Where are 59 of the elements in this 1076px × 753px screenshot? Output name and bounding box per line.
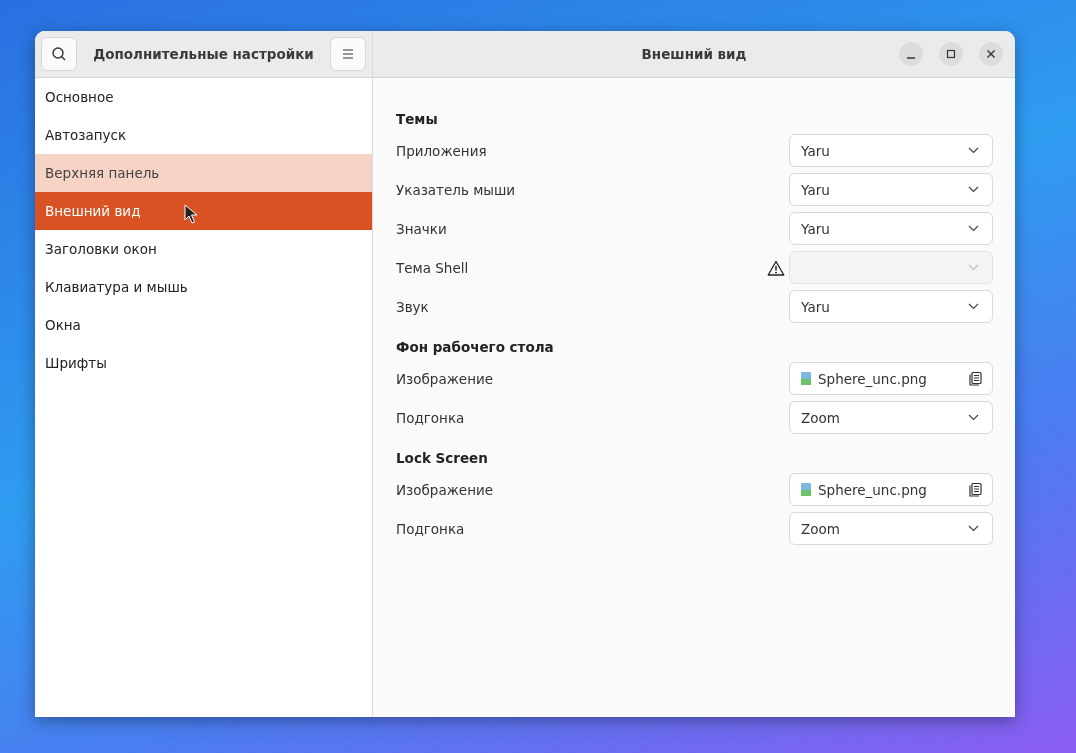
sidebar-item[interactable]: Автозапуск: [35, 116, 372, 154]
chevron-down-icon: [968, 303, 979, 310]
sidebar-item[interactable]: Окна: [35, 306, 372, 344]
dropdown-value: Zoom: [801, 520, 841, 537]
dropdown[interactable]: Zoom: [789, 512, 993, 545]
dropdown-value: Yaru: [801, 142, 831, 159]
chevron-down-icon: [968, 264, 979, 271]
maximize-button[interactable]: [939, 42, 963, 66]
dropdown[interactable]: Zoom: [789, 401, 993, 434]
file-chooser-button[interactable]: Sphere_unc.png: [789, 473, 993, 506]
dropdown[interactable]: Yaru: [789, 212, 993, 245]
minimize-button[interactable]: [899, 42, 923, 66]
setting-label: Приложения: [396, 142, 488, 159]
chevron-down-icon: [968, 414, 979, 421]
chevron-down-icon: [968, 525, 979, 532]
dropdown-value: Yaru: [801, 298, 831, 315]
window-title: Внешний вид: [641, 46, 747, 62]
chevron-down-icon: [968, 186, 979, 193]
file-chooser-button[interactable]: Sphere_unc.png: [789, 362, 993, 395]
image-file-icon: [801, 483, 811, 496]
setting-label: Значки: [396, 220, 448, 237]
minimize-icon: [907, 57, 915, 59]
dropdown-value: Yaru: [801, 220, 831, 237]
sidebar-item[interactable]: Основное: [35, 78, 372, 116]
setting-label: Подгонка: [396, 409, 466, 426]
close-button[interactable]: [979, 42, 1003, 66]
dropdown-value: Zoom: [801, 409, 841, 426]
close-icon: [986, 49, 996, 59]
sidebar-item[interactable]: Заголовки окон: [35, 230, 372, 268]
chevron-down-icon: [968, 225, 979, 232]
maximize-icon: [946, 49, 956, 59]
setting-label: Звук: [396, 298, 430, 315]
section-heading: Темы: [396, 110, 439, 129]
search-icon: [51, 46, 67, 62]
dropdown[interactable]: Yaru: [789, 173, 993, 206]
sidebar-item[interactable]: Клавиатура и мышь: [35, 268, 372, 306]
sidebar-item[interactable]: Внешний вид: [35, 192, 372, 230]
menu-button[interactable]: [330, 37, 366, 71]
chevron-down-icon: [968, 147, 979, 154]
setting-label: Тема Shell: [396, 259, 470, 276]
file-name: Sphere_unc.png: [818, 481, 928, 498]
setting-label: Изображение: [396, 481, 495, 498]
sidebar-item[interactable]: Верхняя панель: [35, 154, 372, 192]
sidebar-title: Дополнительные настройки: [92, 46, 315, 62]
menu-icon: [342, 49, 354, 59]
file-name: Sphere_unc.png: [818, 370, 928, 387]
setting-label: Изображение: [396, 370, 495, 387]
sidebar-item[interactable]: Шрифты: [35, 344, 372, 382]
document-icon: [967, 370, 983, 387]
document-icon: [967, 481, 983, 498]
dropdown[interactable]: Yaru: [789, 290, 993, 323]
setting-label: Подгонка: [396, 520, 466, 537]
dropdown[interactable]: Yaru: [789, 134, 993, 167]
setting-label: Указатель мыши: [396, 181, 517, 198]
search-button[interactable]: [41, 37, 77, 71]
image-file-icon: [801, 372, 811, 385]
dropdown-value: Yaru: [801, 181, 831, 198]
section-heading: Lock Screen: [396, 449, 489, 468]
section-heading: Фон рабочего стола: [396, 338, 555, 357]
